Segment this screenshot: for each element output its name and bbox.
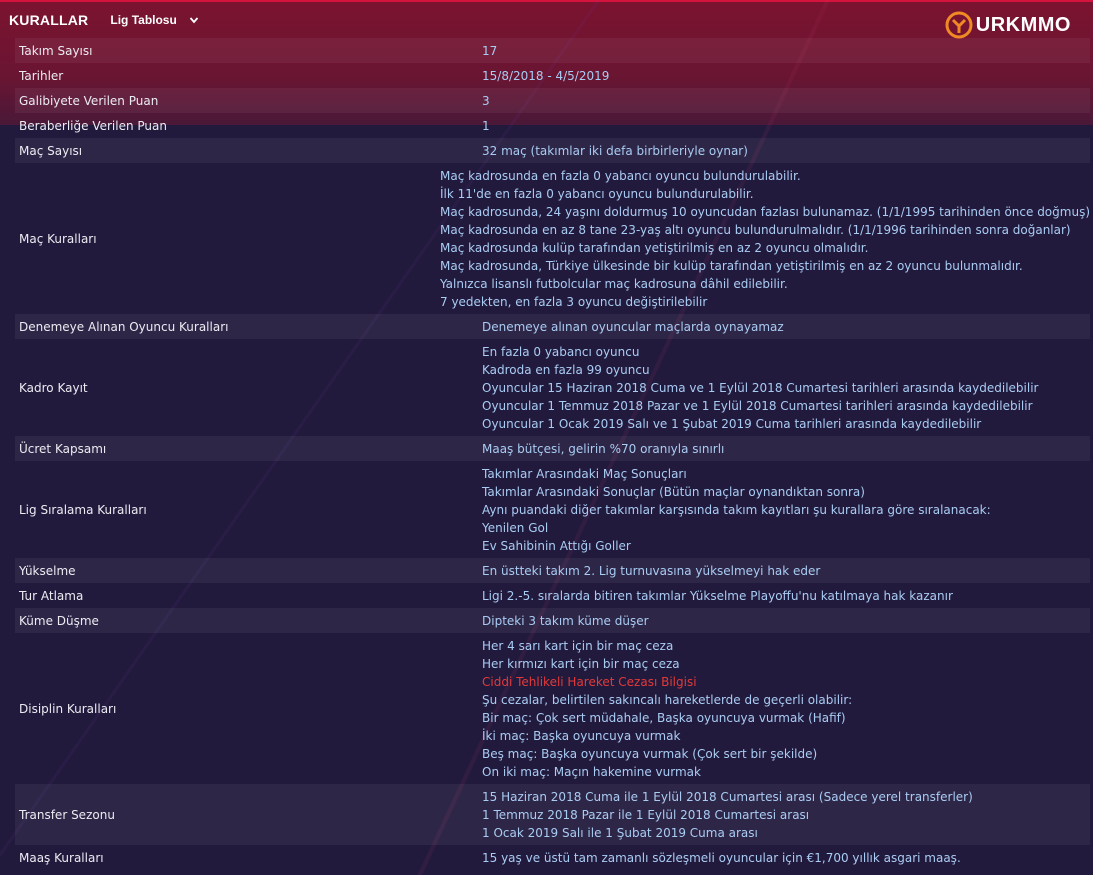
page-title: KURALLAR [9,12,89,28]
league-table-dropdown[interactable]: Lig Tablosu [110,13,199,27]
rule-value-line: 3 [482,93,490,108]
rule-value-line: Oyuncular 1 Ocak 2019 Salı ve 1 Şubat 20… [482,416,982,431]
rule-value-line: İki maç: Başka oyuncuya vurmak [482,728,681,743]
rule-label: Tarihler [19,68,64,83]
table-row: Beraberliğe Verilen Puan 1 [15,113,1090,138]
rule-value-line: Her kırmızı kart için bir maç ceza [482,656,680,671]
rule-value-line: 7 yedekten, en fazla 3 oyuncu değiştiril… [440,294,708,309]
rule-value-line: Her 4 sarı kart için bir maç ceza [482,638,674,653]
rule-value-line: On iki maç: Maçın hakemine vurmak [482,764,701,779]
rule-value-line: Maç kadrosunda kulüp tarafından yetiştir… [440,240,869,255]
rule-value-line: Kadroda en fazla 99 oyuncu [482,362,650,377]
table-row: Galibiyete Verilen Puan 3 [15,88,1090,113]
rule-label: Disiplin Kuralları [19,701,117,716]
rule-value-line: 1 Ocak 2019 Salı ile 1 Şubat 2019 Cuma a… [482,825,758,840]
rule-value-line: Ev Sahibinin Attığı Goller [482,538,631,553]
brand-logo: URKMMO [944,10,1071,40]
rule-value-line: Şu cezalar, belirtilen sakıncalı hareket… [482,692,853,707]
rule-value: 15/8/2018 - 4/5/2019 [482,67,1090,85]
table-row: Denemeye Alınan Oyuncu Kuralları Denemeye… [15,314,1090,339]
table-row: Yükselme En üstteki takım 2. Lig turnuvas… [15,558,1090,583]
rule-value-line: Ligi 2.-5. sıralarda bitiren takımlar Yü… [482,588,953,603]
rule-label: Takım Sayısı [19,43,93,58]
rule-value: 32 maç (takımlar iki defa birbirleriyle … [482,142,1090,160]
rule-value-line: Maç kadrosunda en az 8 tane 23-yaş altı … [440,222,1071,237]
rule-label: Lig Sıralama Kuralları [19,502,147,517]
rule-label: Beraberliğe Verilen Puan [19,118,167,133]
rule-value-line: 17 [482,43,498,58]
rule-value: Maç kadrosunda en fazla 0 yabancı oyuncu… [440,167,1090,311]
rule-value-line: Takımlar Arasındaki Sonuçlar (Bütün maçl… [482,484,865,499]
rule-value: Ligi 2.-5. sıralarda bitiren takımlar Yü… [482,587,1090,605]
rule-value: 17 [482,42,1090,60]
table-row: Kadro Kayıt En fazla 0 yabancı oyuncu Kadr… [15,339,1090,436]
rule-value-line: Oyuncular 15 Haziran 2018 Cuma ve 1 Eylü… [482,380,1039,395]
rule-value-line: 32 maç (takımlar iki defa birbirleriyle … [482,143,748,158]
rule-value-line: Takımlar Arasındaki Maç Sonuçları [482,466,687,481]
rule-label: Galibiyete Verilen Puan [19,93,159,108]
rule-value-line: Denemeye alınan oyuncular maçlarda oynay… [482,319,784,334]
rule-value-line: İlk 11'de en fazla 0 yabancı oyuncu bulu… [440,186,754,201]
top-bar: KURALLAR Lig Tablosu URKMMO [0,2,1093,40]
rule-value: 1 [482,117,1090,135]
rule-value-line: 1 [482,118,490,133]
logo-emblem-icon [945,11,973,39]
rule-label: Denemeye Alınan Oyuncu Kuralları [19,319,229,334]
rule-label: Yükselme [19,563,76,578]
dropdown-label: Lig Tablosu [110,13,177,27]
rule-value-line: Maç kadrosunda, 24 yaşını doldurmuş 10 o… [440,204,1090,219]
rule-value: Dipteki 3 takım küme düşer [482,612,1090,630]
rule-label: Maç Sayısı [19,143,83,158]
rule-value: 15 Haziran 2018 Cuma ile 1 Eylül 2018 Cu… [482,788,1090,842]
rule-value-link[interactable]: Ciddi Tehlikeli Hareket Cezası Bilgisi [482,673,1090,691]
rule-label: Maç Kuralları [19,231,97,246]
table-row: Tur Atlama Ligi 2.-5. sıralarda bitiren t… [15,583,1090,608]
rule-value-line: 1 Temmuz 2018 Pazar ile 1 Eylül 2018 Cum… [482,807,810,822]
rule-value-line: Bir maç: Çok sert müdahale, Başka oyuncu… [482,710,846,725]
rule-value-line: En üstteki takım 2. Lig turnuvasına yüks… [482,563,821,578]
table-row: Ücret Kapsamı Maaş bütçesi, gelirin %70 o… [15,436,1090,461]
rule-label: Kadro Kayıt [19,380,88,395]
rule-label: Maaş Kuralları [19,850,104,865]
table-row: Takım Sayısı 17 [15,38,1090,63]
rule-value-line: Yenilen Gol [482,520,549,535]
rule-value-line: Oyuncular 1 Temmuz 2018 Pazar ve 1 Eylül… [482,398,1033,413]
rule-value: Her 4 sarı kart için bir maç ceza Her kır… [482,637,1090,781]
rule-value-line: Beş maç: Başka oyuncuya vurmak (Çok sert… [482,746,818,761]
rule-value-line: Maç kadrosunda en fazla 0 yabancı oyuncu… [440,168,801,183]
rule-value: Takımlar Arasındaki Maç Sonuçları Takımla… [482,465,1090,555]
rule-value: 3 [482,92,1090,110]
rule-value-line: 15 yaş ve üstü tam zamanlı sözleşmeli oy… [482,850,961,865]
table-row: Küme Düşme Dipteki 3 takım küme düşer [15,608,1090,633]
rule-value-line: Maaş bütçesi, gelirin %70 oranıyla sınır… [482,441,725,456]
rule-value-line: Aynı puandaki diğer takımlar karşısında … [482,502,991,517]
rule-value: En üstteki takım 2. Lig turnuvasına yüks… [482,562,1090,580]
logo-text: URKMMO [975,13,1071,36]
chevron-down-icon [189,17,199,24]
rule-value: En fazla 0 yabancı oyuncu Kadroda en fazl… [482,343,1090,433]
table-row: Maç Kuralları Maç kadrosunda en fazla 0 y… [15,163,1090,314]
table-row: Maç Sayısı 32 maç (takımlar iki defa birb… [15,138,1090,163]
rule-label: Transfer Sezonu [19,807,115,822]
rule-label: Küme Düşme [19,613,99,628]
rules-table: Takım Sayısı 17 Tarihler 15/8/2018 - 4/5/20… [15,38,1090,870]
rule-value-line: Yalnızca lisanslı futbolcular maç kadros… [440,276,788,291]
rule-value-line: En fazla 0 yabancı oyuncu [482,344,640,359]
rule-value: Denemeye alınan oyuncular maçlarda oynay… [482,318,1090,336]
rule-value: 15 yaş ve üstü tam zamanlı sözleşmeli oy… [482,849,1090,867]
table-row: Lig Sıralama Kuralları Takımlar Arasındak… [15,461,1090,558]
rule-value-line: 15/8/2018 - 4/5/2019 [482,68,610,83]
table-row: Transfer Sezonu 15 Haziran 2018 Cuma ile … [15,784,1090,845]
rule-label: Tur Atlama [19,588,84,603]
rule-value: Maaş bütçesi, gelirin %70 oranıyla sınır… [482,440,1090,458]
rule-label: Ücret Kapsamı [19,441,107,456]
table-row: Disiplin Kuralları Her 4 sarı kart için b… [15,633,1090,784]
table-row: Tarihler 15/8/2018 - 4/5/2019 [15,63,1090,88]
rule-value-line: 15 Haziran 2018 Cuma ile 1 Eylül 2018 Cu… [482,789,973,804]
rule-value-line: Dipteki 3 takım küme düşer [482,613,649,628]
rule-value-line: Maç kadrosunda, Türkiye ülkesinde bir ku… [440,258,1023,273]
table-row: Maaş Kuralları 15 yaş ve üstü tam zamanlı… [15,845,1090,870]
